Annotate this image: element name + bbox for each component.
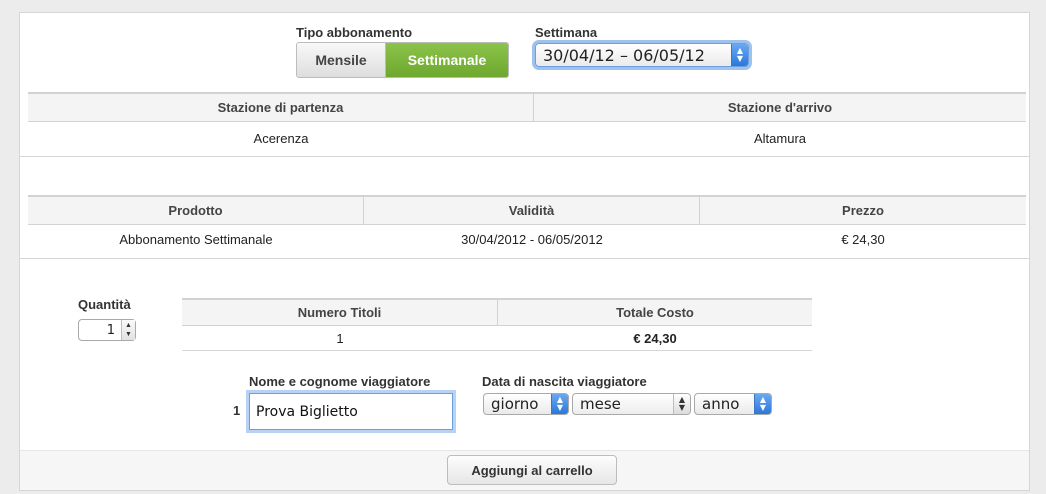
- divider: [182, 350, 812, 351]
- week-select[interactable]: 30/04/12 – 06/05/12 ▲ ▼: [535, 43, 749, 67]
- product-name: Abbonamento Settimanale: [119, 231, 273, 247]
- birth-year-select[interactable]: anno ▲ ▼: [694, 393, 772, 415]
- arrival-station-header: Stazione d'arrivo: [727, 100, 833, 115]
- select-arrows-icon: ▲ ▼: [754, 394, 771, 414]
- price-header: Prezzo: [842, 203, 884, 218]
- weekly-option[interactable]: Settimanale: [386, 43, 508, 77]
- total-cost-header: Totale Costo: [616, 305, 694, 320]
- select-arrows-icon: ▲ ▼: [673, 394, 690, 414]
- week-select-value: 30/04/12 – 06/05/12: [543, 45, 705, 65]
- monthly-option[interactable]: Mensile: [297, 43, 386, 77]
- titles-count-header: Numero Titoli: [182, 300, 498, 325]
- product-header: Prodotto: [28, 197, 364, 224]
- birth-month-select[interactable]: mese ▲ ▼: [572, 393, 691, 415]
- totals-row: 1 € 24,30: [182, 327, 812, 349]
- quantity-value: 1: [106, 322, 115, 338]
- birth-month-value: mese: [580, 395, 621, 413]
- arrival-station: Altamura: [753, 130, 807, 146]
- select-arrows-icon: ▲ ▼: [731, 44, 748, 66]
- subscription-panel: Tipo abbonamento Mensile Settimanale Set…: [19, 12, 1030, 491]
- quantity-label: Quantità: [78, 297, 131, 312]
- add-to-cart-button[interactable]: Aggiungi al carrello: [447, 455, 617, 485]
- birth-day-value: giorno: [491, 395, 539, 413]
- departure-station: Acerenza: [253, 130, 309, 146]
- divider: [20, 156, 1029, 157]
- birth-date-label: Data di nascita viaggiatore: [482, 374, 647, 389]
- validity-range: 30/04/2012 - 06/05/2012: [461, 231, 603, 247]
- birth-day-select[interactable]: giorno ▲ ▼: [483, 393, 569, 415]
- product-price: € 24,30: [841, 231, 885, 247]
- week-label: Settimana: [535, 25, 598, 40]
- totals-table-header: Numero Titoli Totale Costo: [182, 298, 812, 326]
- product-row: Abbonamento Settimanale 30/04/2012 - 06/…: [28, 226, 1026, 252]
- subscription-type-toggle: Mensile Settimanale: [296, 42, 509, 78]
- traveler-name-input[interactable]: Prova Biglietto: [249, 393, 453, 430]
- traveler-name-label: Nome e cognome viaggiatore: [249, 374, 431, 389]
- select-arrows-icon: ▲ ▼: [551, 394, 568, 414]
- stations-row: Acerenza Altamura: [28, 123, 1026, 153]
- subscription-type-label: Tipo abbonamento: [296, 25, 413, 40]
- validity-header: Validità: [364, 197, 700, 224]
- birth-year-value: anno: [702, 395, 740, 413]
- traveler-index: 1: [233, 403, 241, 418]
- divider: [20, 258, 1029, 259]
- product-table-header: Prodotto Validità Prezzo: [28, 195, 1026, 225]
- stepper-arrows-icon[interactable]: ▲ ▼: [121, 320, 135, 340]
- departure-station-header: Stazione di partenza: [28, 94, 534, 121]
- total-cost: € 24,30: [633, 330, 677, 346]
- stations-table-header: Stazione di partenza Stazione d'arrivo: [28, 92, 1026, 122]
- titles-count: 1: [336, 330, 344, 346]
- quantity-stepper[interactable]: 1 ▲ ▼: [78, 319, 136, 341]
